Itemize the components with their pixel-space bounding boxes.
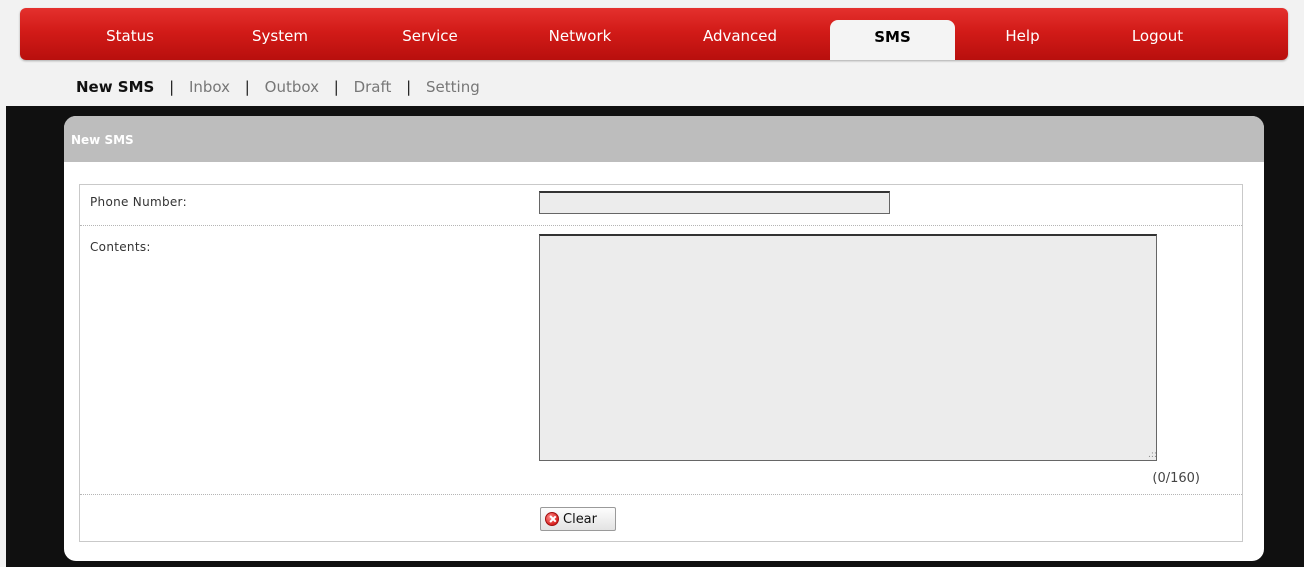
contents-label: Contents:: [90, 240, 151, 254]
clear-button[interactable]: Clear: [540, 507, 616, 531]
submenu-separator: |: [244, 78, 250, 96]
clear-button-label: Clear: [563, 511, 597, 527]
resize-grip-icon[interactable]: .::: [1148, 450, 1157, 460]
submenu-inbox[interactable]: Inbox: [189, 78, 230, 96]
tab-logout[interactable]: Logout: [1095, 22, 1220, 60]
phone-row: Phone Number:: [80, 185, 1242, 226]
submenu-separator: |: [406, 78, 412, 96]
submenu-new-sms[interactable]: New SMS: [76, 78, 154, 96]
clear-icon: [545, 512, 559, 526]
submenu-draft[interactable]: Draft: [354, 78, 392, 96]
submenu-separator: |: [333, 78, 339, 96]
character-counter: (0/160): [1152, 471, 1200, 486]
actions-row: Clear: [80, 495, 1242, 542]
tab-sms[interactable]: SMS: [830, 20, 955, 60]
sms-submenu: New SMS | Inbox | Outbox | Draft | Setti…: [76, 76, 480, 98]
contents-textarea[interactable]: [539, 234, 1157, 461]
tab-service[interactable]: Service: [375, 22, 485, 60]
tab-network[interactable]: Network: [525, 22, 635, 60]
panel-title: New SMS: [64, 116, 1264, 162]
contents-row: Contents: .:: (0/160): [80, 226, 1242, 495]
phone-number-label: Phone Number:: [90, 195, 187, 209]
tab-advanced[interactable]: Advanced: [680, 22, 800, 60]
tab-help[interactable]: Help: [980, 22, 1065, 60]
new-sms-panel: New SMS Phone Number: Contents: .:: (0/1…: [64, 116, 1264, 561]
submenu-separator: |: [169, 78, 175, 96]
top-nav-bar: Status System Service Network Advanced S…: [20, 8, 1288, 60]
submenu-setting[interactable]: Setting: [426, 78, 480, 96]
submenu-outbox[interactable]: Outbox: [265, 78, 319, 96]
sms-form: Phone Number: Contents: .:: (0/160) Clea…: [79, 184, 1243, 542]
tab-system[interactable]: System: [225, 22, 335, 60]
tab-status[interactable]: Status: [80, 22, 180, 60]
phone-number-input[interactable]: [539, 191, 890, 214]
